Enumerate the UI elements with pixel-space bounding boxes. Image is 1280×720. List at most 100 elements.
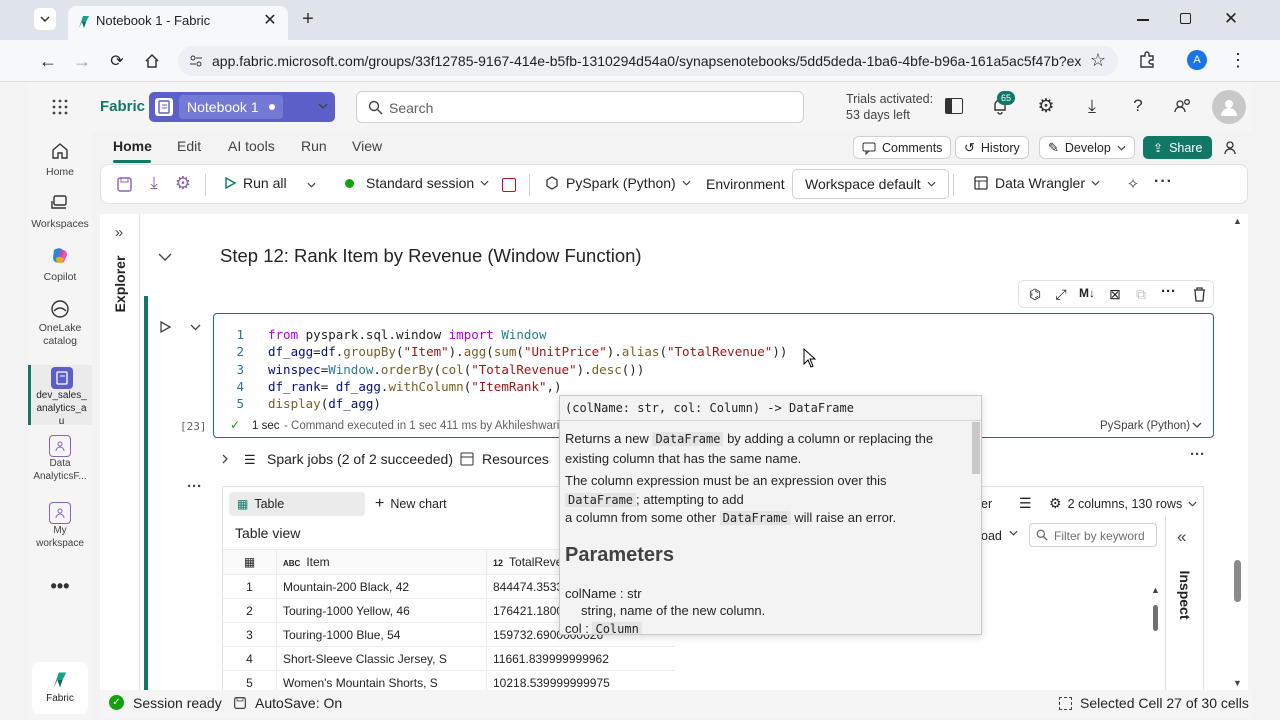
explorer-label[interactable]: Explorer [112,252,128,316]
rail-item-data-analytics[interactable]: Data AnalyticsF... [28,435,92,489]
stop-session-icon[interactable] [502,178,516,192]
delete-cell-icon[interactable] [1191,286,1207,302]
chevron-down-icon[interactable] [1192,422,1202,428]
code-line[interactable]: 4 df_rank= df_agg.withColumn("ItemRank",) [220,378,920,395]
notebook-name-pill[interactable]: Notebook 1 [149,92,335,122]
table-view-toggle[interactable]: ▦ Table [229,492,365,516]
user-avatar[interactable] [1212,90,1246,124]
tab-ai-tools[interactable]: AI tools [228,138,275,154]
close-window-icon[interactable]: ✕ [1222,8,1240,30]
data-wrangler-dropdown[interactable]: Data Wrangler [973,175,1100,191]
site-info-icon[interactable] [188,53,204,69]
brand-name[interactable]: Fabric [100,98,145,115]
more-cell-actions-icon[interactable]: ··· [1161,283,1176,300]
settings-gear-icon[interactable]: ⚙ [1036,96,1056,117]
bookmark-star-icon[interactable]: ☆ [1088,50,1108,70]
tab-edit[interactable]: Edit [177,138,201,154]
tab-list-icon[interactable] [34,8,56,30]
trial-status-line2[interactable]: 53 days left [846,108,910,122]
download-notebook-icon[interactable]: ⤓ [145,173,163,192]
develop-dropdown[interactable]: ✎ Develop [1039,136,1135,159]
page-scroll-down-icon[interactable]: ▼ [1233,678,1242,688]
session-ready-label[interactable]: Session ready [133,695,222,711]
convert-markdown-icon[interactable]: M↓ [1079,286,1095,300]
spark-jobs-status[interactable]: Spark jobs (2 of 2 succeeded) [267,451,453,467]
more-rail-items-icon[interactable]: ••• [48,576,72,596]
copilot-cell-icon[interactable]: ⌬ [1027,286,1043,302]
run-options-chevron-icon[interactable] [305,179,317,191]
extensions-icon[interactable] [1137,50,1157,70]
code-line[interactable]: 1 from pyspark.sql.window import Window [220,326,920,343]
column-header-item[interactable]: ABC Item [277,549,487,575]
rail-item-copilot[interactable]: Copilot [28,245,92,291]
tab-view[interactable]: View [352,138,382,154]
browser-menu-icon[interactable]: ⋮ [1228,50,1248,70]
history-button[interactable]: ↺ History [955,136,1029,159]
run-all-button[interactable]: Run all [223,175,287,191]
share-feedback-icon[interactable] [1173,96,1193,116]
more-output-actions-icon[interactable]: ··· [1190,446,1205,463]
forward-icon[interactable]: → [72,51,92,71]
rail-item-my-workspace[interactable]: My workspace [28,502,92,556]
layout-toggle-icon[interactable] [945,98,963,114]
close-tab-icon[interactable]: ✕ [262,12,278,29]
more-output-left-icon[interactable]: ··· [187,478,202,495]
session-dropdown[interactable]: Standard session [345,175,489,191]
download-icon[interactable]: ⤓ [1082,96,1102,116]
rail-item-fabric[interactable]: Fabric [32,662,88,714]
table-row[interactable]: 4 Short-Sleeve Classic Jersey, S 11661.839… [223,646,675,671]
rail-item-dev-sales[interactable]: dev_sales_analytics_au [28,365,92,427]
expand-spark-jobs-icon[interactable] [220,452,230,466]
rail-item-workspaces[interactable]: Workspaces [28,192,92,238]
collapse-section-chevron-icon[interactable] [156,250,174,264]
trial-status-line1[interactable]: Trials activated: [846,92,933,106]
inspect-label[interactable]: Inspect [1177,565,1193,625]
new-tab-icon[interactable]: + [298,8,318,30]
cell-language-badge[interactable]: PySpark (Python) [1100,420,1190,432]
filter-keyword-input[interactable]: Filter by keyword [1029,523,1157,547]
home-browser-icon[interactable] [142,51,162,71]
expand-cell-icon[interactable]: ⤢ [1053,286,1069,302]
rail-item-home[interactable]: Home [28,138,92,184]
columns-rows-dropdown[interactable]: ⚙ 2 columns, 130 rows [1049,495,1197,512]
table-scroll-up-icon[interactable]: ▲ [1151,585,1160,595]
download-partial-label[interactable]: oad [981,529,1002,543]
markdown-heading[interactable]: Step 12: Rank Item by Revenue (Window Fu… [220,245,642,267]
environment-dropdown[interactable]: Workspace default [792,169,949,199]
app-launcher-icon[interactable] [50,97,70,117]
copilot-chat-icon[interactable]: ✧ [1124,175,1142,193]
notebook-settings-icon[interactable]: ⚙ [174,173,192,193]
tooltip-scrollbar[interactable] [972,422,980,474]
autosave-label[interactable]: AutoSave: On [255,695,342,711]
filter-lines-icon[interactable]: ☰ [1019,495,1032,512]
table-scrollbar-thumb[interactable] [1153,605,1158,631]
tab-run[interactable]: Run [301,138,327,154]
page-scroll-up-icon[interactable]: ▲ [1233,216,1242,226]
table-cell[interactable]: Mountain-200 Black, 42 [277,574,487,599]
run-cell-icon[interactable] [158,320,172,334]
save-icon[interactable] [115,175,133,193]
resources-link[interactable]: Resources [482,451,549,467]
minimize-icon[interactable] [1137,19,1149,21]
language-dropdown[interactable]: PySpark (Python) [544,175,691,191]
url-field[interactable]: app.fabric.microsoft.com/groups/33f12785… [178,46,1118,76]
collaborators-icon[interactable] [1222,138,1242,158]
profile-avatar[interactable]: A [1187,50,1207,70]
tab-home[interactable]: Home [113,138,152,154]
comments-button[interactable]: Comments [853,136,952,159]
share-button[interactable]: ⇪ Share [1143,136,1213,159]
table-cell[interactable]: Touring-1000 Blue, 54 [277,622,487,647]
chevron-down-icon[interactable] [1009,530,1018,536]
more-toolbar-icon[interactable]: ··· [1154,173,1173,191]
table-cell[interactable]: Touring-1000 Yellow, 46 [277,598,487,623]
table-cell[interactable]: 11661.839999999962 [487,647,675,671]
reload-icon[interactable]: ⟳ [107,51,127,71]
collapse-inspect-icon[interactable]: « [1177,527,1186,547]
browser-tab[interactable]: Notebook 1 - Fabric ✕ [68,6,288,40]
copy-cell-icon[interactable]: ⧉ [1133,286,1149,302]
back-icon[interactable]: ← [38,51,58,71]
page-scrollbar-thumb[interactable] [1234,560,1241,602]
freeze-cell-icon[interactable]: ⊠ [1107,286,1123,302]
cell-collapse-chevron-icon[interactable] [188,321,202,333]
help-icon[interactable]: ? [1128,96,1148,116]
